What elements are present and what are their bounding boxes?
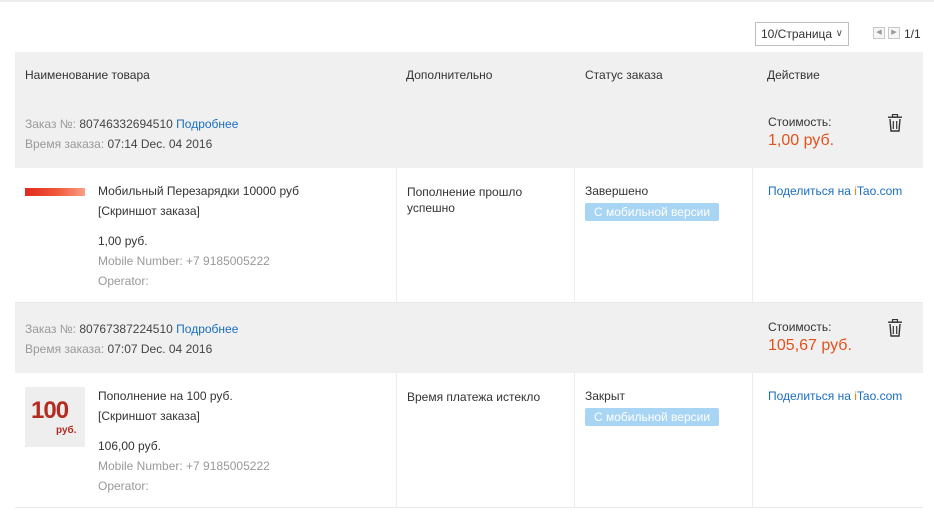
cost-value: 1,00 руб.	[768, 132, 835, 149]
operator: Operator:	[98, 479, 149, 493]
product-title[interactable]: Пополнение на 100 руб.	[98, 389, 233, 403]
share-brand-rest: Tao.com	[856, 389, 903, 403]
order-number: 80746332694510	[79, 117, 173, 131]
order-status: Завершено	[585, 184, 649, 198]
product-thumbnail[interactable]: 100 руб.	[25, 387, 85, 447]
chevron-right-icon[interactable]: ▶	[888, 27, 900, 39]
order-number-line: Заказ №: 80746332694510 Подробнее	[25, 117, 238, 131]
top-divider	[0, 0, 934, 2]
order-block: Заказ №: 80767387224510 Подробнее Время …	[15, 303, 923, 508]
order-number: 80767387224510	[79, 322, 173, 336]
cost-value: 105,67 руб.	[768, 337, 852, 354]
extra-info: Пополнение прошло успешно	[407, 185, 523, 215]
product-price: 1,00 руб.	[98, 234, 148, 248]
operator: Operator:	[98, 274, 149, 288]
table-header: Наименование товара Дополнительно Статус…	[15, 52, 923, 98]
column-header-action: Действие	[767, 68, 820, 82]
product-thumbnail[interactable]	[25, 188, 85, 196]
share-prefix: Поделиться на	[768, 389, 855, 403]
order-time: 07:14 Dec. 04 2016	[107, 137, 213, 151]
order-number-label: Заказ №:	[25, 322, 77, 336]
column-divider	[752, 168, 753, 302]
mobile-version-badge: С мобильной версии	[585, 408, 719, 426]
pagination-bar: 10/Страница ∨ ◀ ▶ 1/1	[755, 22, 934, 48]
column-divider	[574, 168, 575, 302]
order-time-label: Время заказа:	[25, 342, 105, 356]
column-divider	[752, 373, 753, 507]
product-title[interactable]: Мобильный Перезарядки 10000 руб	[98, 184, 299, 198]
per-page-select[interactable]: 10/Страница ∨	[755, 22, 849, 46]
mobile-number: Mobile Number: +7 9185005222	[98, 254, 270, 268]
column-header-product: Наименование товара	[25, 68, 150, 82]
share-itao-link[interactable]: Поделиться на iTao.com	[768, 389, 902, 403]
order-details-link[interactable]: Подробнее	[176, 322, 238, 336]
share-brand-rest: Tao.com	[856, 184, 903, 198]
chevron-down-icon: ∨	[835, 28, 843, 39]
order-number-label: Заказ №:	[25, 117, 77, 131]
per-page-value: 10/Страница	[761, 27, 833, 41]
share-itao-link[interactable]: Поделиться на iTao.com	[768, 184, 902, 198]
column-divider	[396, 373, 397, 507]
order-screenshot-link[interactable]: [Скриншот заказа]	[98, 409, 200, 423]
orders-table: Наименование товара Дополнительно Статус…	[15, 52, 923, 508]
trash-icon[interactable]	[887, 319, 903, 337]
order-header: Заказ №: 80746332694510 Подробнее Время …	[15, 98, 923, 168]
thumbnail-currency: руб.	[56, 425, 77, 436]
order-time-line: Время заказа: 07:14 Dec. 04 2016	[25, 137, 212, 151]
order-header: Заказ №: 80767387224510 Подробнее Время …	[15, 303, 923, 373]
order-time-line: Время заказа: 07:07 Dec. 04 2016	[25, 342, 212, 356]
column-header-status: Статус заказа	[585, 68, 663, 82]
order-block: Заказ №: 80746332694510 Подробнее Время …	[15, 98, 923, 303]
column-header-extra: Дополнительно	[406, 68, 493, 82]
order-time-label: Время заказа:	[25, 137, 105, 151]
order-details-link[interactable]: Подробнее	[176, 117, 238, 131]
trash-icon[interactable]	[887, 114, 903, 132]
chevron-left-icon[interactable]: ◀	[873, 27, 885, 39]
order-status: Закрыт	[585, 389, 625, 403]
mobile-number: Mobile Number: +7 9185005222	[98, 459, 270, 473]
order-screenshot-link[interactable]: [Скриншот заказа]	[98, 204, 200, 218]
cost-label: Стоимость:	[768, 115, 832, 129]
share-prefix: Поделиться на	[768, 184, 855, 198]
order-number-line: Заказ №: 80767387224510 Подробнее	[25, 322, 238, 336]
order-item-row: 100 руб. Пополнение на 100 руб. [Скриншо…	[15, 373, 923, 507]
thumbnail-amount: 100	[31, 397, 69, 424]
column-divider	[396, 168, 397, 302]
order-time: 07:07 Dec. 04 2016	[107, 342, 213, 356]
order-item-row: Мобильный Перезарядки 10000 руб [Скриншо…	[15, 168, 923, 302]
cost-label: Стоимость:	[768, 320, 832, 334]
mobile-version-badge: С мобильной версии	[585, 203, 719, 221]
product-price: 106,00 руб.	[98, 439, 161, 453]
column-divider	[574, 373, 575, 507]
page-count: 1/1	[904, 27, 921, 41]
extra-info: Время платежа истекло	[407, 390, 541, 404]
